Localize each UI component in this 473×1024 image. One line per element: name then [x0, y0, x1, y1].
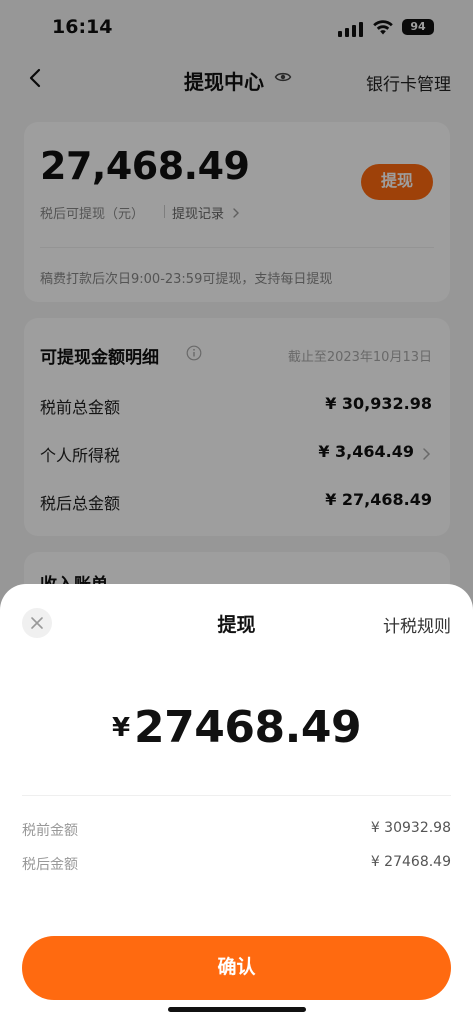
screen: 16:14 94 提现中心 银行卡管理 27,468.49 税后可提现（元） 提… [0, 0, 473, 1024]
sheet-row-pretax: 税前金额 ¥ 30932.98 [22, 820, 451, 840]
sheet-row-value: ¥ 30932.98 [370, 820, 451, 836]
withdraw-amount: ¥27468.49 [0, 702, 473, 753]
sheet-row-value: ¥ 27468.49 [370, 854, 451, 870]
sheet-row-label: 税前金额 [22, 823, 78, 839]
home-indicator [168, 1007, 306, 1012]
sheet-row-label: 税后金额 [22, 857, 78, 873]
sheet-row-aftertax: 税后金额 ¥ 27468.49 [22, 854, 451, 874]
withdraw-sheet: 提现 计税规则 ¥27468.49 税前金额 ¥ 30932.98 税后金额 ¥… [0, 584, 473, 1024]
divider [22, 795, 451, 796]
currency-symbol: ¥ [111, 713, 131, 743]
tax-rules-link[interactable]: 计税规则 [383, 612, 451, 637]
withdraw-amount-value: 27468.49 [134, 702, 362, 753]
confirm-button[interactable]: 确认 [22, 936, 451, 1000]
